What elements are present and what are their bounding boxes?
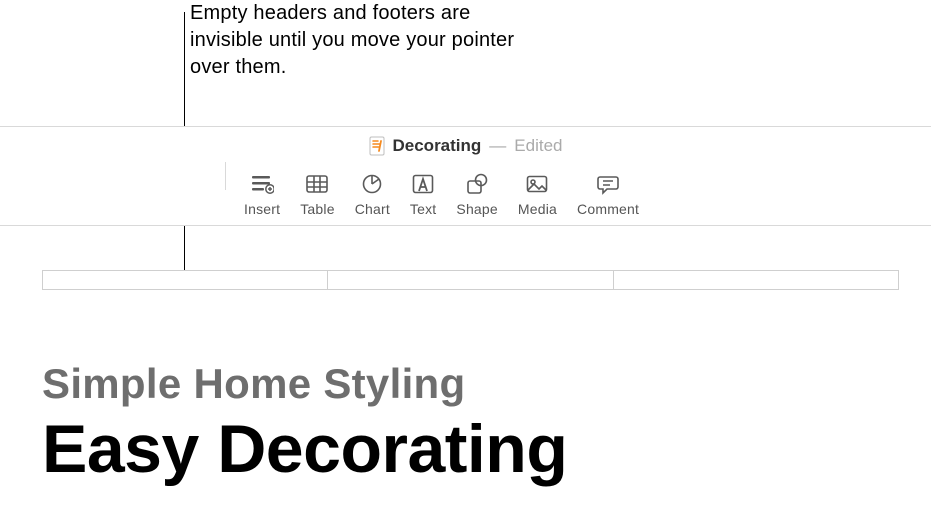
- shape-label: Shape: [456, 201, 497, 217]
- media-label: Media: [518, 201, 557, 217]
- table-label: Table: [300, 201, 334, 217]
- comment-icon: [595, 173, 621, 195]
- shape-button[interactable]: Shape: [446, 167, 507, 223]
- chart-button[interactable]: Chart: [345, 167, 400, 223]
- document-subtitle: Simple Home Styling: [42, 360, 931, 408]
- header-field-center[interactable]: [328, 271, 613, 289]
- media-button[interactable]: Media: [508, 167, 567, 223]
- insert-icon: [249, 173, 275, 195]
- toolbar: Insert Table Chart: [0, 164, 931, 226]
- comment-label: Comment: [577, 201, 639, 217]
- app-window: Decorating — Edited Insert: [0, 126, 931, 485]
- text-icon: [410, 173, 436, 195]
- document-heading: Easy Decorating: [42, 414, 931, 485]
- title-separator: —: [489, 136, 506, 156]
- document-name: Decorating: [393, 136, 482, 156]
- text-button[interactable]: Text: [400, 167, 446, 223]
- document-status: Edited: [514, 136, 562, 156]
- header-field-left[interactable]: [43, 271, 328, 289]
- document-icon: [369, 136, 385, 156]
- header-field-right[interactable]: [614, 271, 898, 289]
- insert-button[interactable]: Insert: [234, 167, 290, 223]
- text-label: Text: [410, 201, 436, 217]
- table-icon: [304, 173, 330, 195]
- media-icon: [524, 173, 550, 195]
- comment-button[interactable]: Comment: [567, 167, 649, 223]
- shape-icon: [464, 173, 490, 195]
- table-button[interactable]: Table: [290, 167, 344, 223]
- chart-label: Chart: [355, 201, 390, 217]
- chart-icon: [359, 173, 385, 195]
- document-title-group[interactable]: Decorating — Edited: [369, 136, 563, 156]
- insert-label: Insert: [244, 201, 280, 217]
- document-body[interactable]: Simple Home Styling Easy Decorating: [0, 270, 931, 485]
- callout-text: Empty headers and footers are invisible …: [190, 0, 530, 81]
- page-header-fields: [42, 270, 899, 290]
- document-canvas: Simple Home Styling Easy Decorating: [0, 226, 931, 485]
- toolbar-separator: [225, 162, 226, 190]
- window-titlebar: Decorating — Edited: [0, 126, 931, 164]
